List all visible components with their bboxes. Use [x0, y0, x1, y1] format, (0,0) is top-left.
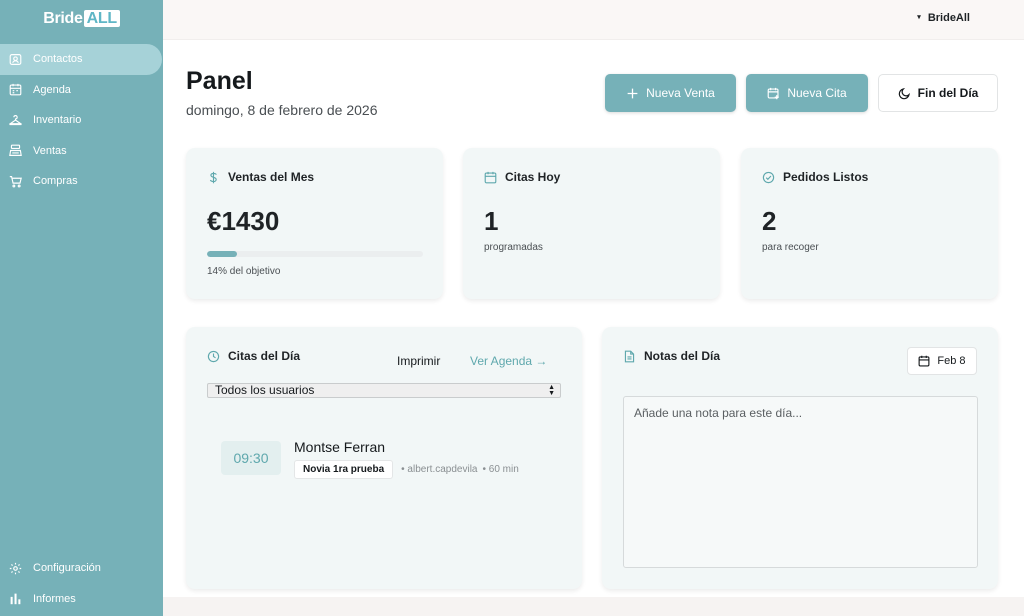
sidebar-item-contactos[interactable]: Contactos [0, 44, 162, 75]
sidebar-bottom-nav: Configuración Informes [0, 553, 163, 614]
sidebar-item-inventario[interactable]: Inventario [0, 105, 163, 136]
dollar-icon [209, 171, 217, 183]
card-title-text: Citas Hoy [505, 170, 561, 184]
calendar-icon [918, 355, 930, 367]
sidebar-item-label: Ventas [33, 144, 67, 157]
main-content: Panel domingo, 8 de febrero de 2026 Nuev… [163, 40, 1024, 597]
appointment-time: 09:30 [221, 441, 281, 475]
orders-ready-card: Pedidos Listos 2 para recoger [741, 148, 998, 299]
calendar-plus-icon [767, 87, 780, 99]
card-title-text: Citas del Día [228, 349, 301, 363]
contact-card-icon [9, 53, 22, 65]
card-title-text: Pedidos Listos [783, 170, 869, 184]
brand-logo[interactable]: Bride ALL [0, 10, 163, 28]
end-day-label: Fin del Día [917, 86, 979, 100]
sidebar-item-label: Inventario [33, 114, 82, 127]
document-icon [624, 350, 635, 362]
view-agenda-link[interactable]: Ver Agenda → [470, 354, 547, 368]
card-title-text: Ventas del Mes [228, 170, 315, 184]
end-day-button[interactable]: Fin del Día [878, 74, 998, 112]
card-title: Citas del Día [207, 349, 300, 363]
sales-value: €1430 [207, 206, 280, 236]
clock-icon [207, 350, 220, 362]
sales-goal-text: 14% del objetivo [207, 266, 281, 277]
notes-date-picker[interactable]: Feb 8 [907, 347, 977, 375]
new-appointment-button[interactable]: Nueva Cita [746, 74, 868, 112]
card-title: Citas Hoy [484, 170, 560, 184]
appointment-user: • albert.capdevila [401, 464, 478, 475]
new-sale-button[interactable]: Nueva Venta [605, 74, 736, 112]
user-name: BrideAll [927, 12, 970, 24]
new-appointment-label: Nueva Cita [787, 86, 847, 100]
appointment-duration: • 60 min [482, 464, 519, 475]
moon-icon [898, 87, 910, 99]
page-date: domingo, 8 de febrero de 2026 [186, 102, 378, 118]
calendar-icon [9, 84, 22, 96]
check-circle-icon [762, 171, 775, 183]
sidebar-item-label: Contactos [33, 53, 83, 66]
brand-badge: ALL [83, 10, 120, 27]
select-arrows-icon: ▲ ▼ [548, 384, 555, 397]
card-title-text: Notas del Día [644, 349, 721, 363]
sidebar-item-agenda[interactable]: Agenda [0, 75, 163, 106]
bar-chart-icon [10, 593, 21, 605]
brand-name: Bride [43, 10, 83, 27]
sidebar-item-label: Compras [33, 175, 78, 188]
sales-progress-bar [207, 251, 423, 257]
cart-icon [9, 175, 22, 188]
sidebar-item-configuracion[interactable]: Configuración [0, 553, 163, 584]
orders-value: 2 [762, 206, 777, 236]
card-title: Ventas del Mes [207, 170, 314, 184]
appointment-meta: Novia 1ra prueba • albert.capdevila • 60… [294, 460, 524, 479]
sidebar-item-compras[interactable]: Compras [0, 166, 163, 197]
day-appointments-card: Citas del Día Imprimir Ver Agenda → Todo… [186, 327, 582, 589]
sidebar-item-label: Informes [33, 592, 76, 605]
user-menu[interactable]: ▾ BrideAll [917, 12, 970, 24]
hanger-icon [9, 114, 22, 125]
calendar-icon [484, 171, 497, 183]
appointments-value: 1 [484, 206, 499, 236]
user-filter-select[interactable]: Todos los usuarios ▲ ▼ [207, 383, 561, 398]
footer-strip [163, 597, 1024, 616]
caret-down-icon: ▾ [917, 14, 921, 21]
sidebar-nav: Contactos Agenda Inventario Ventas Compr… [0, 44, 163, 197]
orders-sub: para recoger [762, 242, 819, 253]
notes-date-label: Feb 8 [937, 355, 966, 367]
register-icon [9, 144, 22, 157]
card-title: Pedidos Listos [762, 170, 868, 184]
card-title: Notas del Día [623, 349, 720, 363]
sidebar-item-ventas[interactable]: Ventas [0, 136, 163, 167]
sales-progress-fill [207, 251, 238, 257]
plus-icon [627, 88, 638, 98]
appointment-type-badge: Novia 1ra prueba [294, 460, 394, 479]
sidebar: Bride ALL Contactos Agenda Inventario Ven… [0, 0, 163, 616]
day-notes-card: Notas del Día Feb 8 [602, 327, 998, 589]
appointments-today-card: Citas Hoy 1 programadas [463, 148, 720, 299]
new-sale-label: Nueva Venta [646, 86, 715, 100]
sidebar-item-informes[interactable]: Informes [0, 584, 163, 615]
sidebar-item-label: Configuración [33, 562, 101, 575]
gear-icon [9, 562, 22, 574]
day-note-input[interactable] [623, 396, 978, 568]
appointments-sub: programadas [484, 242, 543, 253]
appointment-client-name: Montse Ferran [294, 439, 386, 455]
sales-month-card: Ventas del Mes €1430 14% del objetivo [186, 148, 443, 299]
user-filter-value: Todos los usuarios [215, 383, 315, 397]
page-title: Panel [186, 67, 253, 95]
print-button[interactable]: Imprimir [397, 354, 440, 368]
top-bar: ▾ BrideAll [163, 0, 1024, 40]
sidebar-item-label: Agenda [33, 83, 71, 96]
